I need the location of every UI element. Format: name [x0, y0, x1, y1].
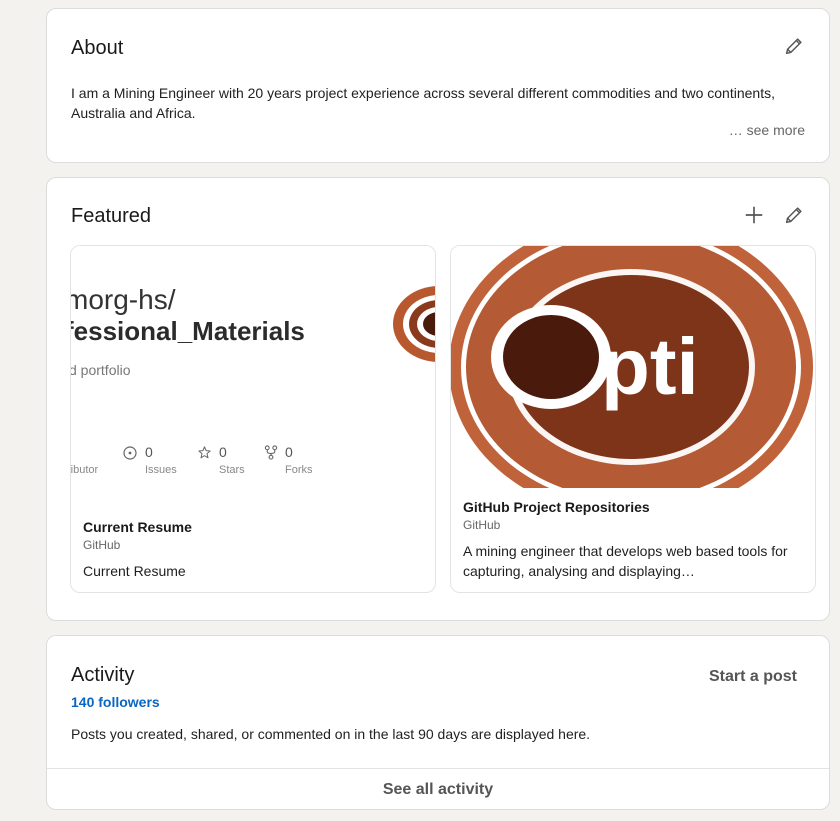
- featured-item-description: Current Resume: [83, 563, 186, 579]
- issue-icon: [123, 446, 137, 460]
- add-featured-button[interactable]: [741, 202, 767, 228]
- star-icon: [198, 446, 211, 459]
- start-post-button[interactable]: Start a post: [709, 668, 797, 686]
- featured-item-source: GitHub: [83, 538, 121, 552]
- issues-label: Issues: [145, 464, 177, 476]
- featured-section: Featured morg-hs/ fessional_Materials d …: [46, 177, 830, 621]
- pencil-icon: [785, 207, 802, 224]
- edit-featured-button[interactable]: [781, 202, 807, 228]
- featured-item-description: A mining engineer that develops web base…: [463, 543, 788, 579]
- featured-item-current-resume[interactable]: morg-hs/ fessional_Materials d portfolio…: [70, 245, 436, 593]
- forks-label: Forks: [285, 464, 313, 476]
- repo-description: d portfolio: [71, 362, 131, 378]
- repo-owner: morg-hs/: [71, 284, 176, 315]
- featured-item-title: Current Resume: [83, 519, 192, 535]
- about-section: About I am a Mining Engineer with 20 yea…: [46, 8, 830, 163]
- opti-logo-icon: pti: [451, 246, 815, 488]
- opti-logo-thumbnail: pti: [451, 246, 815, 488]
- github-repo-thumbnail: morg-hs/ fessional_Materials d portfolio…: [71, 246, 435, 488]
- pencil-icon: [785, 38, 802, 55]
- see-more-link[interactable]: … see more: [729, 122, 805, 138]
- issues-count: 0: [145, 444, 153, 460]
- contributors-label: ributor: [71, 464, 99, 476]
- activity-title: Activity: [71, 664, 135, 686]
- opti-logo-icon: [393, 286, 435, 362]
- followers-link[interactable]: 140 followers: [71, 694, 160, 710]
- stars-count: 0: [219, 444, 227, 460]
- forks-count: 0: [285, 444, 293, 460]
- featured-title: Featured: [71, 205, 152, 227]
- plus-icon: [745, 206, 763, 224]
- activity-info-text: Posts you created, shared, or commented …: [71, 726, 591, 742]
- opti-logo-text: pti: [601, 322, 699, 411]
- about-text: I am a Mining Engineer with 20 years pro…: [71, 85, 775, 121]
- edit-about-button[interactable]: [781, 33, 807, 59]
- about-title: About: [71, 37, 124, 59]
- featured-item-source: GitHub: [463, 518, 501, 532]
- fork-icon: [264, 445, 278, 460]
- see-all-activity-button[interactable]: See all activity: [47, 769, 829, 810]
- featured-item-github-projects[interactable]: pti GitHub Project Repositories GitHub A…: [450, 245, 816, 593]
- activity-section: Activity Start a post 140 followers Post…: [46, 635, 830, 810]
- stars-label: Stars: [219, 464, 245, 476]
- featured-item-title: GitHub Project Repositories: [463, 499, 650, 515]
- repo-name: fessional_Materials: [71, 316, 305, 346]
